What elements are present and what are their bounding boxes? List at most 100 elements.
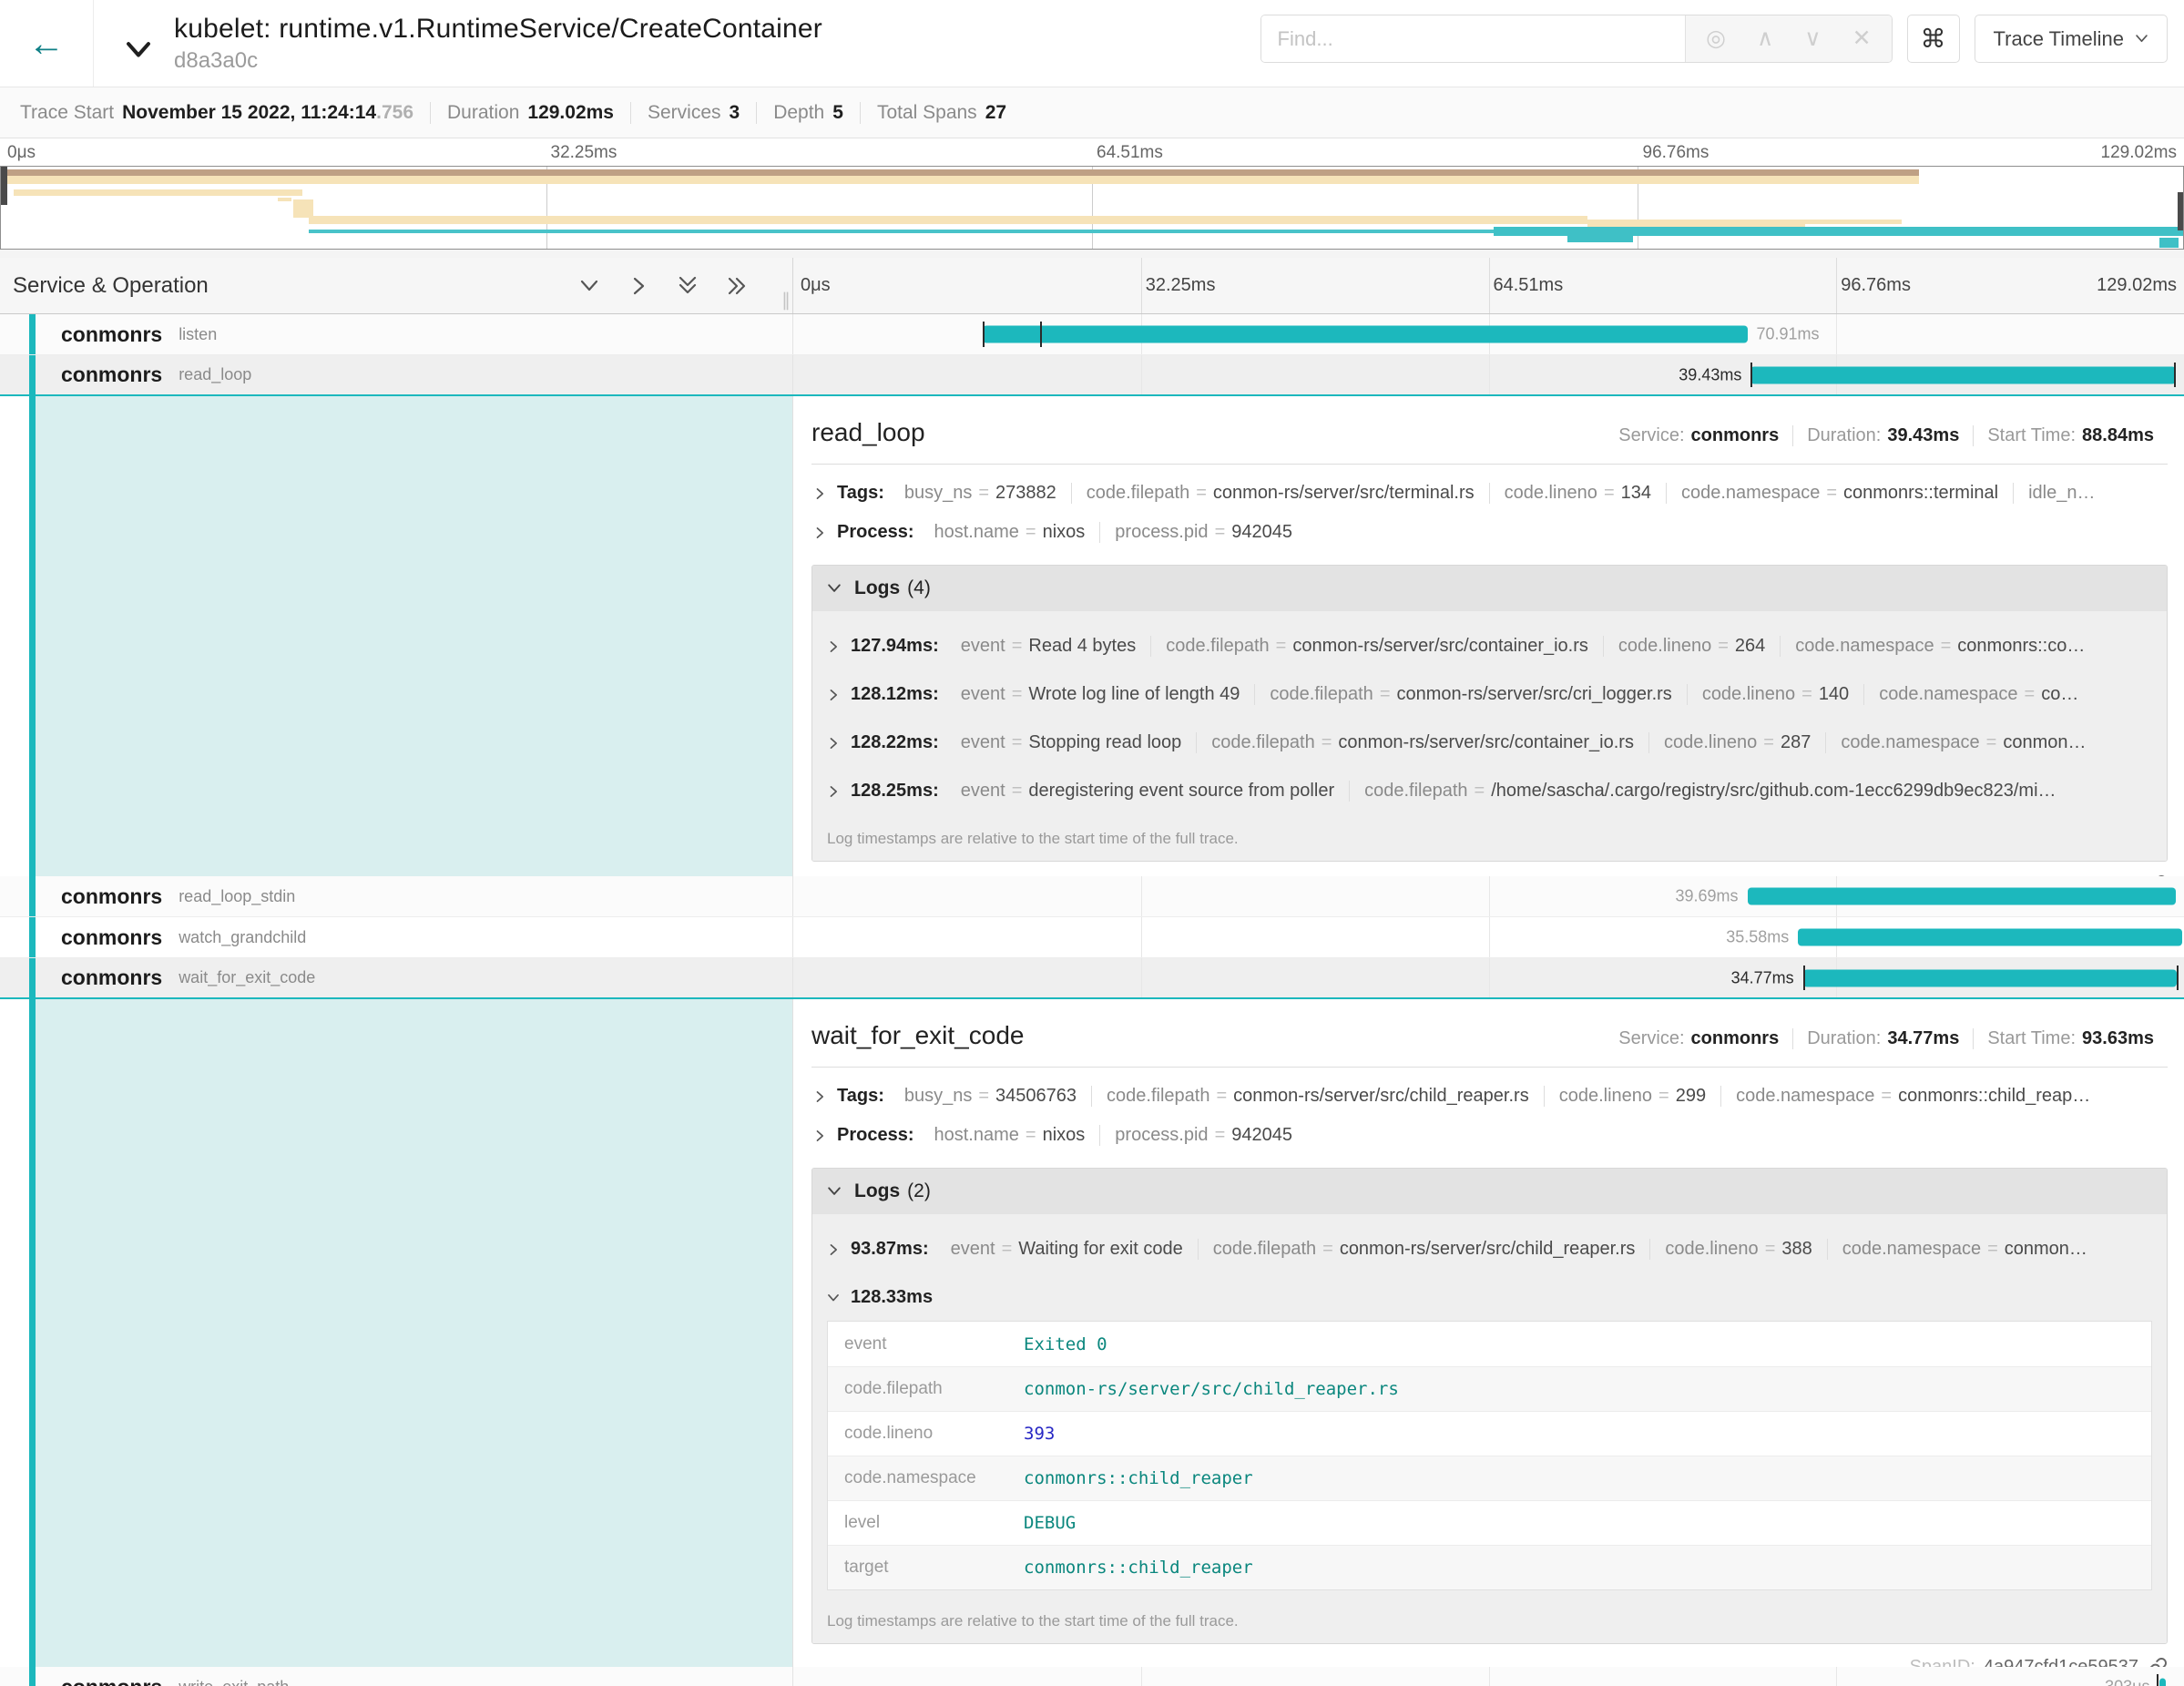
target-icon[interactable]: ◎	[1706, 27, 1726, 50]
kv-equals: =	[1881, 1086, 1892, 1106]
span-name-cell[interactable]: conmonrswrite_exit_path	[0, 1667, 792, 1686]
log-field-row: code.filepathconmon-rs/server/src/child_…	[828, 1366, 2151, 1411]
span-name-cell[interactable]: conmonrswait_for_exit_code	[0, 958, 792, 997]
tags-row[interactable]: Tags:busy_ns=34506763code.filepath=conmo…	[811, 1086, 2168, 1107]
span-name-cell[interactable]: conmonrsread_loop	[0, 355, 792, 394]
chevron-right-icon[interactable]	[827, 785, 840, 798]
chevron-down-icon[interactable]: ∨	[1804, 27, 1821, 50]
link-icon[interactable]	[2147, 1657, 2168, 1667]
span-duration-bar[interactable]	[2159, 1679, 2167, 1686]
tag-item: busy_ns=34506763	[890, 1086, 1091, 1107]
command-icon: ⌘	[1921, 25, 1946, 53]
span-timeline-cell[interactable]: 39.69ms	[792, 876, 2184, 916]
tag-item: code.namespace=conmonrs::terminal	[1666, 483, 2013, 504]
span-meta-item: Start Time:88.84ms	[1973, 425, 2168, 446]
log-field-value: 393	[1024, 1424, 1055, 1444]
span-row-watch_grandchild[interactable]: conmonrswatch_grandchild35.58ms	[0, 917, 2184, 958]
span-duration-bar[interactable]	[983, 326, 1748, 343]
span-detail-header: wait_for_exit_codeService:conmonrsDurati…	[811, 1021, 2168, 1050]
log-timestamp: 127.94ms:	[851, 636, 939, 657]
back-button[interactable]: ←	[28, 26, 65, 62]
timeline-minimap[interactable]	[0, 166, 2184, 250]
service-color-accent	[29, 355, 36, 394]
kv-key: event	[951, 1239, 995, 1259]
log-field-item: code.namespace=conmon…	[1825, 732, 2100, 753]
process-row[interactable]: Process:host.name=nixosprocess.pid=94204…	[811, 1125, 2168, 1146]
span-row-read_loop_stdin[interactable]: conmonrsread_loop_stdin39.69ms	[0, 876, 2184, 917]
meta-value: 34.77ms	[1887, 1028, 1959, 1048]
chevron-down-icon[interactable]	[827, 1184, 842, 1199]
log-entry-header[interactable]: 128.33ms	[827, 1279, 2152, 1321]
kv-value: 140	[1819, 684, 1849, 704]
log-field-item: code.lineno=140	[1687, 684, 1863, 705]
span-row-wait_for_exit_code[interactable]: conmonrswait_for_exit_code 34.77ms	[0, 958, 2184, 999]
trace-services: Services 3	[630, 102, 756, 124]
kv-value: conmon-rs/server/src/cri_logger.rs	[1397, 684, 1672, 704]
log-field-value: conmon-rs/server/src/child_reaper.rs	[1024, 1379, 1399, 1399]
collapse-all-icon[interactable]	[678, 276, 698, 296]
chevron-right-icon[interactable]	[813, 1129, 826, 1142]
duration-label: Duration	[447, 102, 519, 124]
view-selector-button[interactable]: Trace Timeline	[1975, 15, 2168, 63]
column-resizer-handle[interactable]: ∥	[781, 289, 791, 312]
log-entry[interactable]: 127.94ms:event=Read 4 bytescode.filepath…	[812, 622, 2167, 670]
chevron-up-icon[interactable]: ∧	[1757, 27, 1773, 50]
process-caption: Process:	[837, 1125, 914, 1146]
kv-key: code.namespace	[1736, 1086, 1874, 1106]
minimap-span-bar	[1, 167, 7, 205]
kv-value: 942045	[1231, 522, 1292, 542]
chevron-down-icon[interactable]	[827, 1292, 840, 1304]
span-timeline-cell[interactable]: 39.43ms	[792, 355, 2184, 394]
span-duration-bar[interactable]	[1803, 969, 2178, 986]
log-entry[interactable]: 128.22ms:event=Stopping read loopcode.fi…	[812, 719, 2167, 767]
log-marker-tick	[2177, 966, 2179, 990]
kv-value: conmon-rs/server/src/terminal.rs	[1213, 483, 1475, 503]
keyboard-shortcuts-button[interactable]: ⌘	[1907, 15, 1960, 63]
chevron-right-icon[interactable]	[827, 689, 840, 701]
chevron-right-icon[interactable]	[827, 640, 840, 653]
span-name-cell[interactable]: conmonrslisten	[0, 314, 792, 354]
span-timeline-cell[interactable]: 303μs	[792, 1667, 2184, 1686]
span-duration-bar[interactable]	[1748, 888, 2176, 905]
expand-all-icon[interactable]	[727, 276, 747, 296]
logs-header[interactable]: Logs(2)	[812, 1169, 2167, 1214]
span-duration-bar[interactable]	[1798, 929, 2181, 946]
span-name-cell[interactable]: conmonrsread_loop_stdin	[0, 876, 792, 916]
span-row-write_exit_path[interactable]: conmonrswrite_exit_path303μs	[0, 1667, 2184, 1686]
kv-equals: =	[1826, 483, 1837, 503]
find-input[interactable]	[1261, 15, 1686, 62]
expand-one-icon[interactable]	[628, 276, 648, 296]
span-timeline-cell[interactable]: 35.58ms	[792, 917, 2184, 957]
trace-collapse-toggle[interactable]	[125, 36, 152, 66]
kv-key: code.filepath	[1211, 732, 1314, 752]
chevron-right-icon[interactable]	[827, 1243, 840, 1256]
chevron-down-icon[interactable]	[827, 581, 842, 596]
span-timeline-cell[interactable]: 34.77ms	[792, 958, 2184, 997]
log-marker-tick	[1750, 363, 1752, 387]
span-row-listen[interactable]: conmonrslisten70.91ms	[0, 314, 2184, 355]
kv-key: code.lineno	[1505, 483, 1597, 503]
log-entry[interactable]: 93.87ms:event=Waiting for exit codecode.…	[812, 1225, 2167, 1273]
span-duration-bar[interactable]	[1750, 366, 2175, 383]
log-entry[interactable]: 128.25ms:event=deregistering event sourc…	[812, 767, 2167, 815]
kv-equals: =	[1215, 522, 1226, 542]
chevron-right-icon[interactable]	[813, 487, 826, 500]
process-row[interactable]: Process:host.name=nixosprocess.pid=94204…	[811, 522, 2168, 543]
chevron-right-icon[interactable]	[813, 526, 826, 539]
logs-header[interactable]: Logs(4)	[812, 566, 2167, 611]
collapse-one-icon[interactable]	[579, 276, 599, 296]
log-entry[interactable]: 128.12ms:event=Wrote log line of length …	[812, 670, 2167, 719]
span-name-cell[interactable]: conmonrswatch_grandchild	[0, 917, 792, 957]
span-duration-label: 34.77ms	[1731, 968, 1794, 987]
minimap-span-bar	[309, 216, 1587, 224]
span-detail-panel: wait_for_exit_codeService:conmonrsDurati…	[0, 999, 2184, 1667]
chevron-right-icon[interactable]	[813, 1090, 826, 1103]
close-icon[interactable]: ✕	[1852, 27, 1872, 50]
log-field-row: eventExited 0	[828, 1322, 2151, 1366]
span-timeline-cell[interactable]: 70.91ms	[792, 314, 2184, 354]
chevron-right-icon[interactable]	[827, 737, 840, 750]
meta-label: Start Time:	[1987, 1028, 2076, 1048]
span-row-read_loop[interactable]: conmonrsread_loop39.43ms	[0, 355, 2184, 396]
tags-row[interactable]: Tags:busy_ns=273882code.filepath=conmon-…	[811, 483, 2168, 504]
kv-key: code.lineno	[1665, 1239, 1758, 1259]
